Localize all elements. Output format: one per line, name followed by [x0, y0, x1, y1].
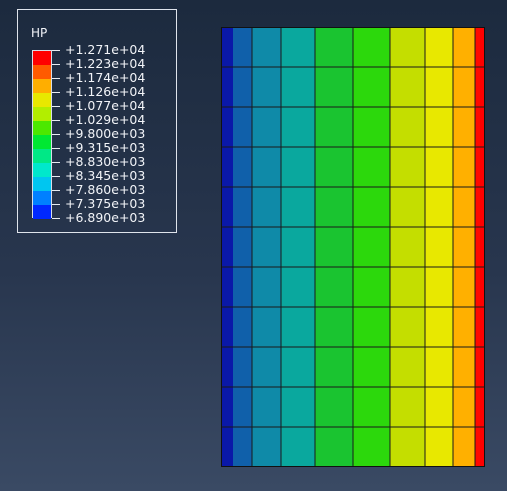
contour-band [252, 27, 281, 467]
contour-band [315, 27, 353, 467]
legend-tick [52, 218, 60, 219]
legend-label: +6.890e+03 [65, 210, 146, 225]
legend-tick [52, 176, 60, 177]
legend-label: +1.223e+04 [65, 56, 146, 71]
legend-swatch [33, 149, 51, 163]
legend-tick [52, 148, 60, 149]
legend-swatch [33, 51, 51, 65]
legend-tick [52, 204, 60, 205]
legend-swatch [33, 177, 51, 191]
legend-tick [52, 106, 60, 107]
legend-label: +1.271e+04 [65, 42, 146, 57]
legend-label: +1.077e+04 [65, 98, 146, 113]
contour-band [390, 27, 425, 467]
legend-color-bar [32, 50, 52, 219]
legend-label: +9.315e+03 [65, 140, 146, 155]
contour-plot-mesh [221, 27, 485, 467]
legend-label: +9.800e+03 [65, 126, 146, 141]
contour-band [233, 27, 252, 467]
contour-band [353, 27, 390, 467]
legend-swatch [33, 191, 51, 205]
legend-tick [52, 134, 60, 135]
contour-band [475, 27, 480, 467]
contour-band [425, 27, 453, 467]
contour-legend: HP +1.271e+04 +1.223e+04 +1.174e+04 +1.126e… [17, 9, 177, 233]
legend-tick [52, 64, 60, 65]
legend-label: +8.830e+03 [65, 154, 146, 169]
legend-swatch [33, 93, 51, 107]
legend-swatch [33, 205, 51, 219]
legend-tick [52, 162, 60, 163]
legend-label: +7.860e+03 [65, 182, 146, 197]
legend-tick [52, 92, 60, 93]
contour-band [281, 27, 315, 467]
legend-tick [52, 120, 60, 121]
legend-swatch [33, 65, 51, 79]
legend-label: +8.345e+03 [65, 168, 146, 183]
contour-band [221, 27, 233, 467]
legend-swatch [33, 163, 51, 177]
legend-title: HP [31, 26, 48, 40]
legend-label: +1.174e+04 [65, 70, 146, 85]
legend-tick [52, 50, 60, 51]
legend-swatch [33, 121, 51, 135]
legend-tick [52, 190, 60, 191]
legend-tick [52, 78, 60, 79]
legend-swatch [33, 107, 51, 121]
legend-swatch [33, 79, 51, 93]
legend-label: +7.375e+03 [65, 196, 146, 211]
legend-label: +1.126e+04 [65, 84, 146, 99]
contour-band [453, 27, 475, 467]
legend-label: +1.029e+04 [65, 112, 146, 127]
legend-swatch [33, 135, 51, 149]
